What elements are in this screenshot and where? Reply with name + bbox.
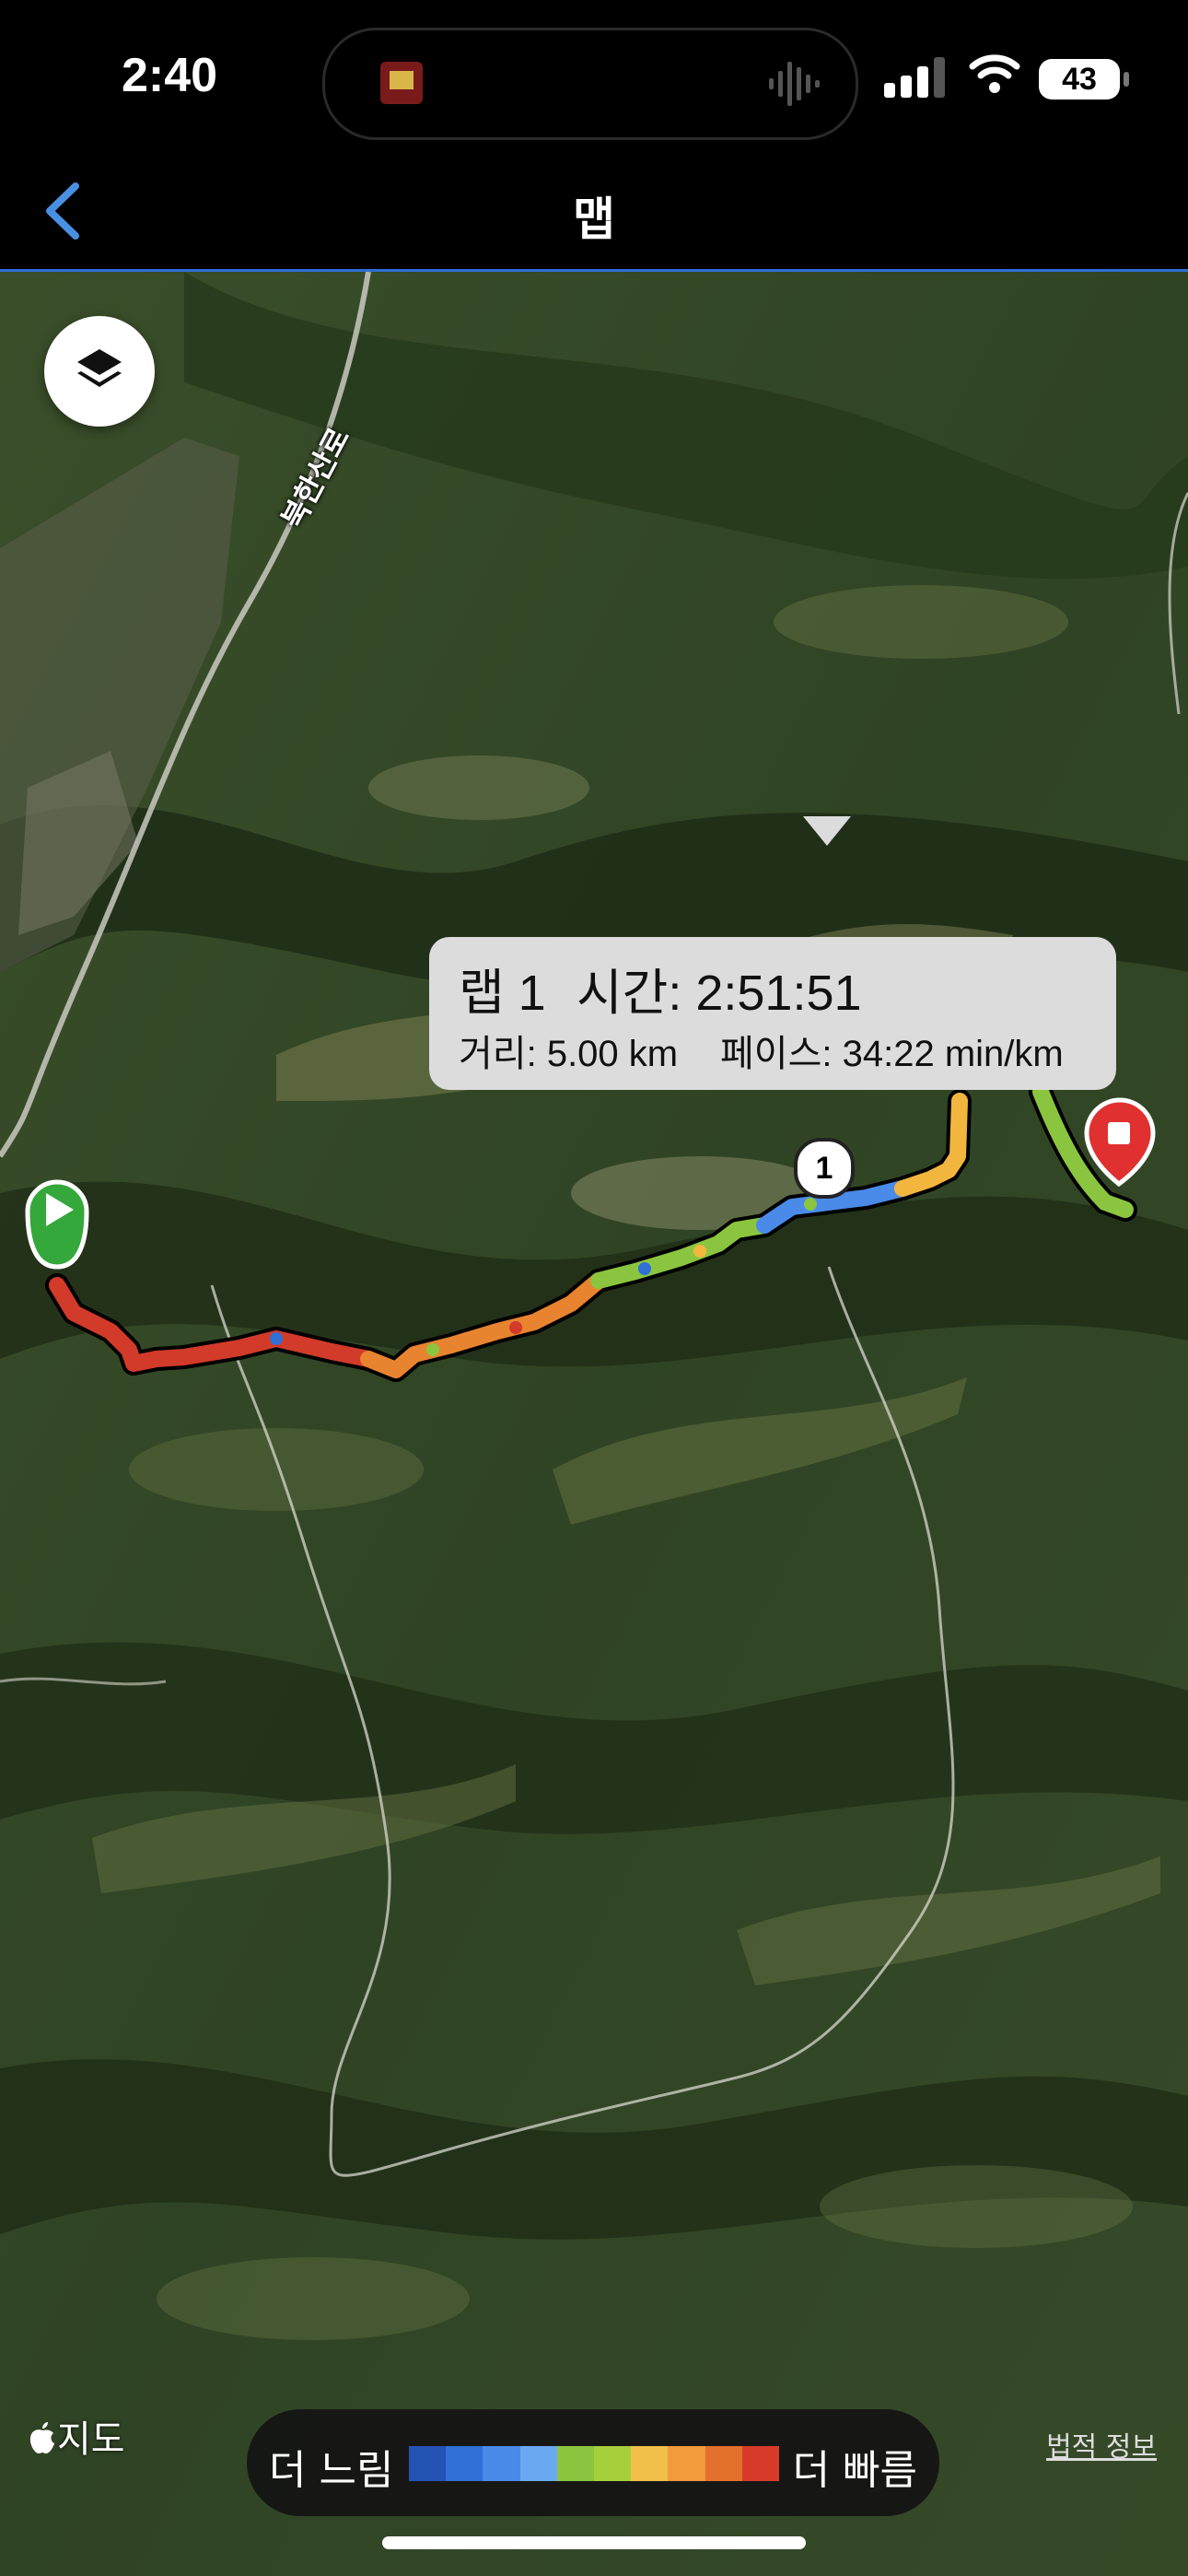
status-bar: 2:40 43 — [0, 0, 1188, 157]
legend-swatch — [631, 2446, 669, 2481]
lap-marker[interactable]: 1 — [794, 1138, 855, 1199]
legend-swatch — [519, 2446, 557, 2481]
apple-maps-label: 지도 — [57, 2418, 125, 2461]
start-marker — [25, 1179, 89, 1270]
callout-pointer — [803, 816, 851, 846]
apple-maps-attribution: 지도 — [28, 2409, 125, 2463]
legend-swatch — [556, 2446, 595, 2481]
legend-swatch — [741, 2446, 780, 2481]
callout-lap-title: 랩 1 — [459, 966, 546, 1021]
map-layers-button[interactable] — [44, 316, 155, 427]
legend-swatch — [446, 2446, 483, 2481]
satellite-map — [0, 272, 1188, 2576]
legend-swatch — [483, 2446, 520, 2481]
battery-cap — [1124, 72, 1129, 87]
navigation-bar: 맵 — [0, 157, 1188, 272]
lap-callout[interactable]: 랩 1 시간: 2:51:51 거리: 5.00 km 페이스: 34:22 m… — [429, 937, 1116, 1090]
legend-swatch — [409, 2446, 447, 2481]
home-indicator[interactable] — [382, 2536, 806, 2549]
legend-fast-label: 더 빠름 — [792, 2447, 917, 2494]
callout-time: 시간: 2:51:51 — [577, 966, 862, 1021]
callout-pace: 페이스: 34:22 min/km — [720, 1034, 1064, 1074]
legend-swatch — [594, 2446, 632, 2481]
legend-swatch — [668, 2446, 705, 2481]
apple-logo-icon — [29, 2422, 54, 2453]
cellular-signal-icon — [884, 57, 945, 98]
legend-slow-label: 더 느림 — [269, 2447, 394, 2494]
wifi-icon — [969, 54, 1020, 93]
legend-swatch — [705, 2446, 742, 2481]
layers-icon — [77, 349, 122, 387]
page-title: 맵 — [573, 193, 615, 246]
media-thumbnail — [380, 62, 423, 104]
audio-waveform-icon — [769, 62, 820, 106]
status-time: 2:40 — [122, 49, 218, 102]
dynamic-island[interactable] — [322, 28, 858, 140]
map-view[interactable]: 북한산로 랩 1 시간: 2:51:51 거리: 5.00 km 페이스: 34… — [0, 272, 1188, 2576]
battery-indicator: 43 — [1039, 59, 1120, 100]
pace-legend: 더 느림 더 빠름 — [247, 2409, 939, 2516]
legal-info-link[interactable]: 법적 정보 — [1046, 2424, 1157, 2465]
legend-color-bar — [409, 2446, 780, 2481]
callout-distance: 거리: 5.00 km — [459, 1034, 679, 1074]
